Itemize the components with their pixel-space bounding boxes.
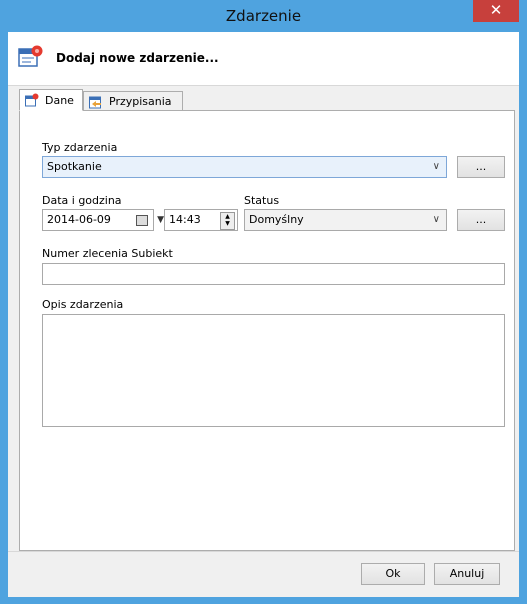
tab-dane[interactable]: Dane [19, 89, 83, 111]
window-title: Zdarzenie [225, 7, 302, 25]
description-label: Opis zdarzenia [42, 298, 124, 311]
date-value: 2014-06-09 [47, 213, 111, 226]
dialog-client: Dodaj nowe zdarzenie... Dane Przypisania [8, 32, 519, 597]
chevron-down-icon[interactable]: ▼ [157, 210, 164, 230]
order-number-input[interactable] [42, 263, 505, 285]
description-textarea[interactable] [42, 314, 505, 427]
dialog-heading: Dodaj nowe zdarzenie... [56, 51, 219, 65]
chevron-down-icon: ∨ [432, 214, 440, 225]
chevron-down-icon: ∨ [432, 161, 440, 172]
tab-label: Dane [45, 93, 74, 107]
dialog-window: Zdarzenie ✕ Dodaj nowe zdarzenie... Dane… [0, 0, 527, 604]
dialog-header: Dodaj nowe zdarzenie... [8, 32, 519, 86]
datetime-label: Data i godzina [42, 194, 122, 207]
close-button[interactable]: ✕ [473, 0, 519, 22]
calendar-event-icon [25, 93, 39, 107]
status-combo[interactable]: Domyślny ∨ [244, 209, 447, 231]
status-browse-button[interactable]: ... [457, 209, 505, 231]
order-number-label: Numer zlecenia Subiekt [42, 247, 173, 260]
event-type-label: Typ zdarzenia [42, 141, 118, 154]
ok-button[interactable]: Ok [361, 563, 425, 585]
event-type-combo[interactable]: Spotkanie ∨ [42, 156, 447, 178]
dialog-content: Dane Przypisania Typ zdarzenia Spotkanie… [8, 86, 519, 597]
dialog-footer: Ok Anuluj [8, 551, 519, 597]
event-type-browse-button[interactable]: ... [457, 156, 505, 178]
calendar-icon[interactable] [136, 215, 148, 226]
time-spinner[interactable]: 14:43 ▲ ▼ [164, 209, 238, 231]
date-picker[interactable]: 2014-06-09 ▼ [42, 209, 164, 231]
calendar-event-icon [18, 45, 43, 67]
event-type-value: Spotkanie [47, 160, 102, 173]
assign-icon [89, 96, 101, 108]
status-value: Domyślny [249, 213, 304, 226]
tab-label: Przypisania [109, 95, 172, 108]
spin-arrows-icon[interactable]: ▲ ▼ [220, 212, 235, 230]
cancel-button[interactable]: Anuluj [434, 563, 500, 585]
title-bar[interactable]: Zdarzenie ✕ [0, 0, 527, 32]
tab-page-dane: Typ zdarzenia Spotkanie ∨ ... Data i god… [19, 110, 515, 551]
status-label: Status [244, 194, 280, 207]
time-value: 14:43 [169, 213, 201, 226]
tab-przypisania[interactable]: Przypisania [83, 91, 183, 111]
